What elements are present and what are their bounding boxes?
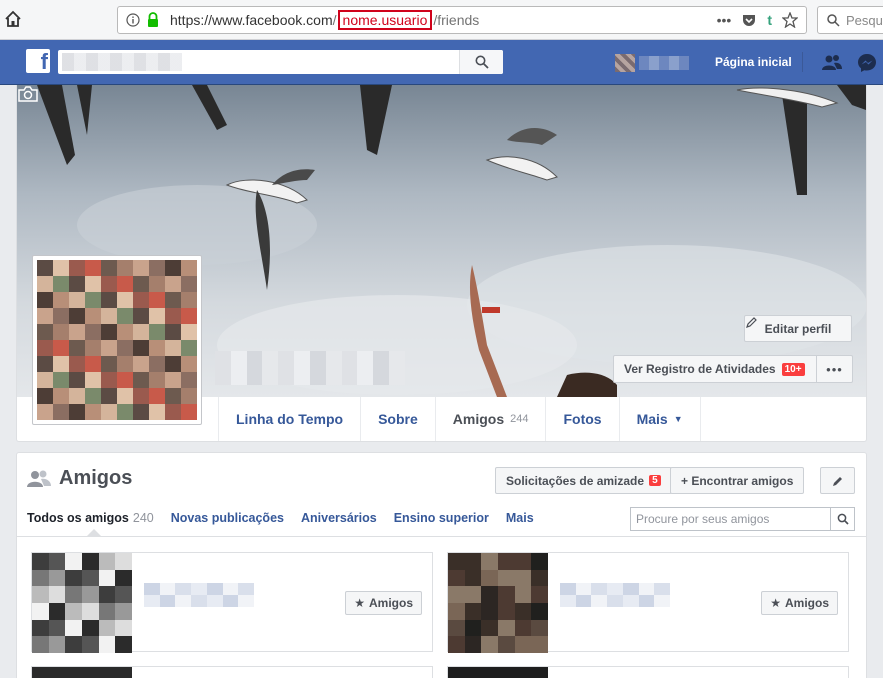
- requests-badge: 5: [649, 475, 661, 486]
- tab-friends[interactable]: Amigos 244: [434, 397, 546, 441]
- url-highlight: nome.usuario: [337, 10, 433, 30]
- friend-card[interactable]: ★ Amigos: [31, 552, 433, 653]
- profile-name-redacted: [215, 351, 405, 385]
- search-button[interactable]: [459, 50, 503, 74]
- lock-icon: [148, 12, 158, 27]
- friends-panel: Amigos Solicitações de amizade 5 + Encont…: [16, 452, 867, 678]
- friends-search-field[interactable]: [630, 507, 855, 531]
- star-icon: ★: [354, 596, 365, 610]
- tab-about[interactable]: Sobre: [360, 397, 435, 441]
- avatar: [615, 54, 635, 72]
- activity-badge: 10+: [781, 362, 805, 376]
- friend-photo[interactable]: [448, 553, 548, 653]
- browser-toolbar: https://www.facebook.com/nome.usuario/fr…: [0, 0, 883, 40]
- facebook-header: f Página inicial: [0, 40, 883, 85]
- pencil-icon: [746, 317, 757, 328]
- star-icon: ★: [770, 596, 781, 610]
- pocket-icon[interactable]: [741, 12, 757, 28]
- search-icon: [837, 513, 849, 525]
- facebook-search-input[interactable]: [58, 50, 503, 74]
- info-icon[interactable]: [126, 13, 140, 27]
- pencil-icon: [832, 476, 842, 486]
- friends-search-input[interactable]: [631, 508, 829, 530]
- divider: [17, 536, 866, 537]
- messenger-icon[interactable]: [856, 52, 878, 74]
- search-text-redacted: [62, 53, 182, 71]
- friend-name-redacted[interactable]: [560, 583, 670, 607]
- subtab-all-friends[interactable]: Todos os amigos 240: [27, 511, 154, 525]
- subtab-birthdays[interactable]: Aniversários: [301, 511, 377, 525]
- home-icon[interactable]: [4, 10, 22, 28]
- friends-icon: [27, 470, 51, 487]
- friend-photo[interactable]: [32, 667, 132, 678]
- friend-name-redacted[interactable]: [144, 583, 254, 607]
- find-friends-button[interactable]: + Encontrar amigos: [670, 467, 805, 494]
- browser-search-box[interactable]: Pesqu: [817, 6, 883, 34]
- search-engine-icon: [827, 14, 840, 27]
- edit-friends-button[interactable]: [820, 467, 855, 494]
- tab-photos[interactable]: Fotos: [545, 397, 618, 441]
- friends-subtabs: Todos os amigos 240 Novas publicações Ani…: [27, 511, 534, 525]
- friend-requests-icon[interactable]: [821, 52, 843, 74]
- activity-log-button[interactable]: Ver Registro de Atividades 10+ •••: [613, 355, 853, 383]
- friend-photo[interactable]: [448, 667, 548, 678]
- friend-photo[interactable]: [32, 553, 132, 653]
- header-user-link[interactable]: [615, 54, 695, 72]
- user-name-redacted: [639, 56, 689, 70]
- camera-icon[interactable]: [17, 85, 39, 103]
- chevron-down-icon: ▼: [673, 414, 683, 424]
- friend-card[interactable]: [447, 666, 849, 678]
- subtab-more[interactable]: Mais: [506, 511, 534, 525]
- home-link[interactable]: Página inicial: [715, 55, 792, 69]
- page-actions-icon[interactable]: •••: [717, 12, 732, 28]
- active-subtab-indicator: [87, 529, 101, 536]
- tumblr-icon[interactable]: t: [767, 12, 772, 28]
- friends-count: 244: [510, 413, 529, 425]
- url-text[interactable]: https://www.facebook.com/nome.usuario/fr…: [170, 10, 479, 30]
- friend-status-button[interactable]: ★ Amigos: [345, 591, 422, 615]
- address-bar[interactable]: https://www.facebook.com/nome.usuario/fr…: [117, 6, 807, 34]
- facebook-logo-icon[interactable]: f: [26, 49, 50, 74]
- friends-title: Amigos: [59, 467, 133, 489]
- tab-more[interactable]: Mais ▼: [618, 397, 701, 441]
- edit-profile-button[interactable]: Editar perfil: [744, 315, 852, 342]
- friend-requests-button[interactable]: Solicitações de amizade 5: [495, 467, 672, 494]
- subtab-new-posts[interactable]: Novas publicações: [171, 511, 284, 525]
- profile-picture[interactable]: [32, 255, 202, 425]
- profile-timeline-header: Editar perfil Ver Registro de Atividades…: [16, 85, 867, 442]
- tab-timeline[interactable]: Linha do Tempo: [218, 397, 360, 441]
- subtab-college[interactable]: Ensino superior: [394, 511, 489, 525]
- bookmark-star-icon[interactable]: [782, 12, 798, 28]
- search-icon: [475, 55, 489, 69]
- header-divider: [802, 52, 803, 72]
- more-options-button[interactable]: •••: [816, 356, 852, 382]
- friend-card[interactable]: ★ Amigos: [447, 552, 849, 653]
- friends-search-button[interactable]: [830, 508, 854, 530]
- friend-status-button[interactable]: ★ Amigos: [761, 591, 838, 615]
- friend-card[interactable]: [31, 666, 433, 678]
- profile-tabs: Linha do Tempo Sobre Amigos 244 Fotos Mai…: [218, 397, 701, 441]
